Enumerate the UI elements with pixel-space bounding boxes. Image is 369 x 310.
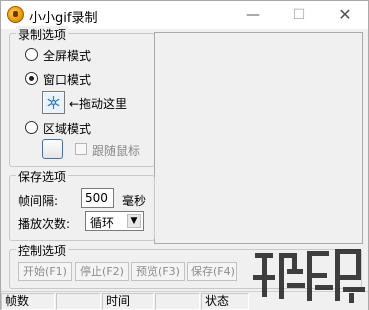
follow-mouse-label: 跟随鼠标 — [92, 144, 141, 158]
stop-button[interactable]: 停止(F2) — [75, 262, 129, 281]
watermark-logo-icon — [253, 249, 365, 303]
frame-interval-input[interactable]: 500 — [81, 188, 114, 208]
crosshair-snowflake-icon — [47, 96, 60, 109]
region-select-button[interactable] — [42, 139, 63, 159]
status-time-value — [155, 293, 200, 310]
save-options-title: 保存选项 — [16, 168, 69, 185]
window-title: 小小gif录制 — [29, 11, 98, 26]
minimize-button[interactable]: — — [230, 1, 276, 29]
radio-label: 全屏模式 — [43, 49, 92, 63]
gif-recorder-icon — [7, 6, 24, 23]
close-button[interactable]: ✕ — [322, 1, 368, 29]
interval-unit-label: 毫秒 — [122, 194, 147, 208]
status-time-label: 时间 — [102, 293, 154, 310]
control-options-title: 控制选项 — [16, 242, 69, 259]
status-frames-label: 帧数 — [1, 293, 55, 310]
status-frames-value — [56, 293, 101, 310]
chevron-down-icon[interactable]: ▼ — [127, 214, 141, 228]
record-options-title: 录制选项 — [16, 26, 69, 43]
save-button[interactable]: 保存(F4) — [187, 262, 237, 281]
status-state-label: 状态 — [201, 293, 249, 310]
title-bar[interactable]: 小小gif录制 — ☐ ✕ — [1, 1, 368, 29]
radio-label: 区域模式 — [43, 122, 92, 136]
maximize-button[interactable]: ☐ — [276, 1, 322, 29]
frame-interval-label: 帧间隔: — [18, 194, 59, 208]
radio-button[interactable] — [25, 48, 38, 61]
drag-target-handle[interactable] — [42, 91, 65, 114]
play-count-select[interactable]: 循环 ▼ — [85, 211, 144, 231]
drag-hint-label: ←拖动这里 — [69, 97, 128, 111]
radio-label: 窗口模式 — [43, 73, 92, 87]
preview-button[interactable]: 预览(F3) — [131, 262, 185, 281]
play-count-value: 循环 — [90, 216, 115, 230]
radio-button[interactable] — [25, 121, 38, 134]
radio-button[interactable] — [25, 72, 38, 85]
start-button[interactable]: 开始(F1) — [18, 262, 72, 281]
play-count-label: 播放次数: — [18, 217, 71, 231]
follow-mouse-checkbox[interactable] — [75, 143, 87, 155]
app-window: 小小gif录制 — ☐ ✕ 录制选项 全屏模式 窗口模式 ←拖动这里 区域模式 — [0, 0, 369, 310]
preview-panel — [154, 32, 363, 244]
